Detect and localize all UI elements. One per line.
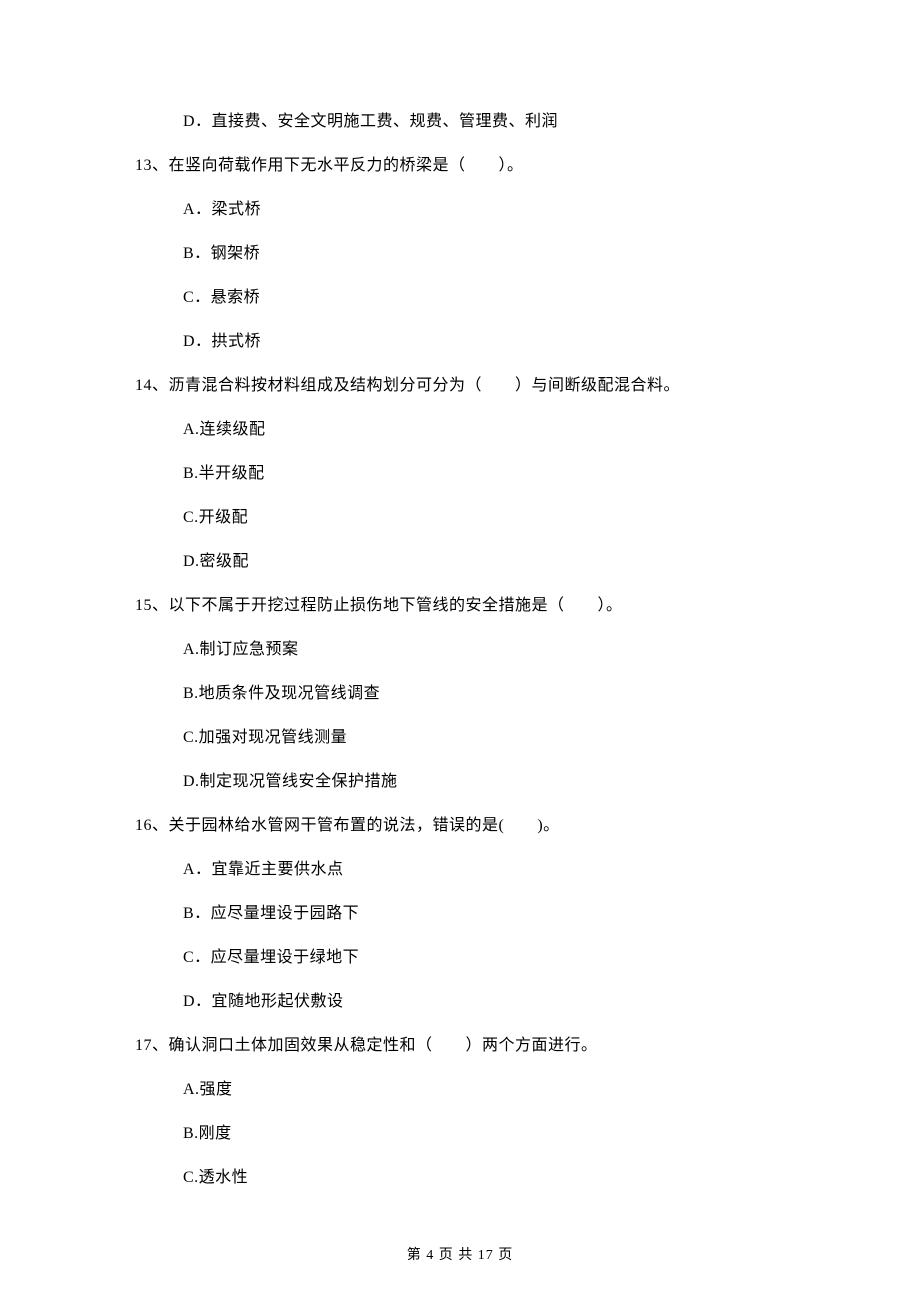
q14-stem: 14、沥青混合料按材料组成及结构划分可分为（ ）与间断级配混合料。 <box>135 374 785 398</box>
q17-option-b: B.刚度 <box>135 1122 785 1146</box>
q16-option-c: C．应尽量埋设于绿地下 <box>135 946 785 970</box>
q16-option-b: B．应尽量埋设于园路下 <box>135 902 785 926</box>
q17-option-a: A.强度 <box>135 1078 785 1102</box>
q13-option-a: A．梁式桥 <box>135 198 785 222</box>
q14-option-b: B.半开级配 <box>135 462 785 486</box>
q16-stem: 16、关于园林给水管网干管布置的说法，错误的是( )。 <box>135 814 785 838</box>
q15-option-a: A.制订应急预案 <box>135 638 785 662</box>
q15-option-c: C.加强对现况管线测量 <box>135 726 785 750</box>
q15-stem: 15、以下不属于开挖过程防止损伤地下管线的安全措施是（ ）。 <box>135 594 785 618</box>
q16-option-d: D．宜随地形起伏敷设 <box>135 990 785 1014</box>
q14-option-d: D.密级配 <box>135 550 785 574</box>
q15-option-b: B.地质条件及现况管线调查 <box>135 682 785 706</box>
q13-option-d: D．拱式桥 <box>135 330 785 354</box>
page-footer: 第 4 页 共 17 页 <box>0 1245 920 1266</box>
page-content: D．直接费、安全文明施工费、规费、管理费、利润 13、在竖向荷载作用下无水平反力… <box>0 0 920 1190</box>
q15-option-d: D.制定现况管线安全保护措施 <box>135 770 785 794</box>
q16-option-a: A．宜靠近主要供水点 <box>135 858 785 882</box>
q13-option-c: C．悬索桥 <box>135 286 785 310</box>
q14-option-c: C.开级配 <box>135 506 785 530</box>
q14-option-a: A.连续级配 <box>135 418 785 442</box>
q17-stem: 17、确认洞口土体加固效果从稳定性和（ ）两个方面进行。 <box>135 1034 785 1058</box>
q17-option-c: C.透水性 <box>135 1166 785 1190</box>
q13-option-b: B．钢架桥 <box>135 242 785 266</box>
q12-option-d: D．直接费、安全文明施工费、规费、管理费、利润 <box>135 110 785 134</box>
q13-stem: 13、在竖向荷载作用下无水平反力的桥梁是（ ）。 <box>135 154 785 178</box>
